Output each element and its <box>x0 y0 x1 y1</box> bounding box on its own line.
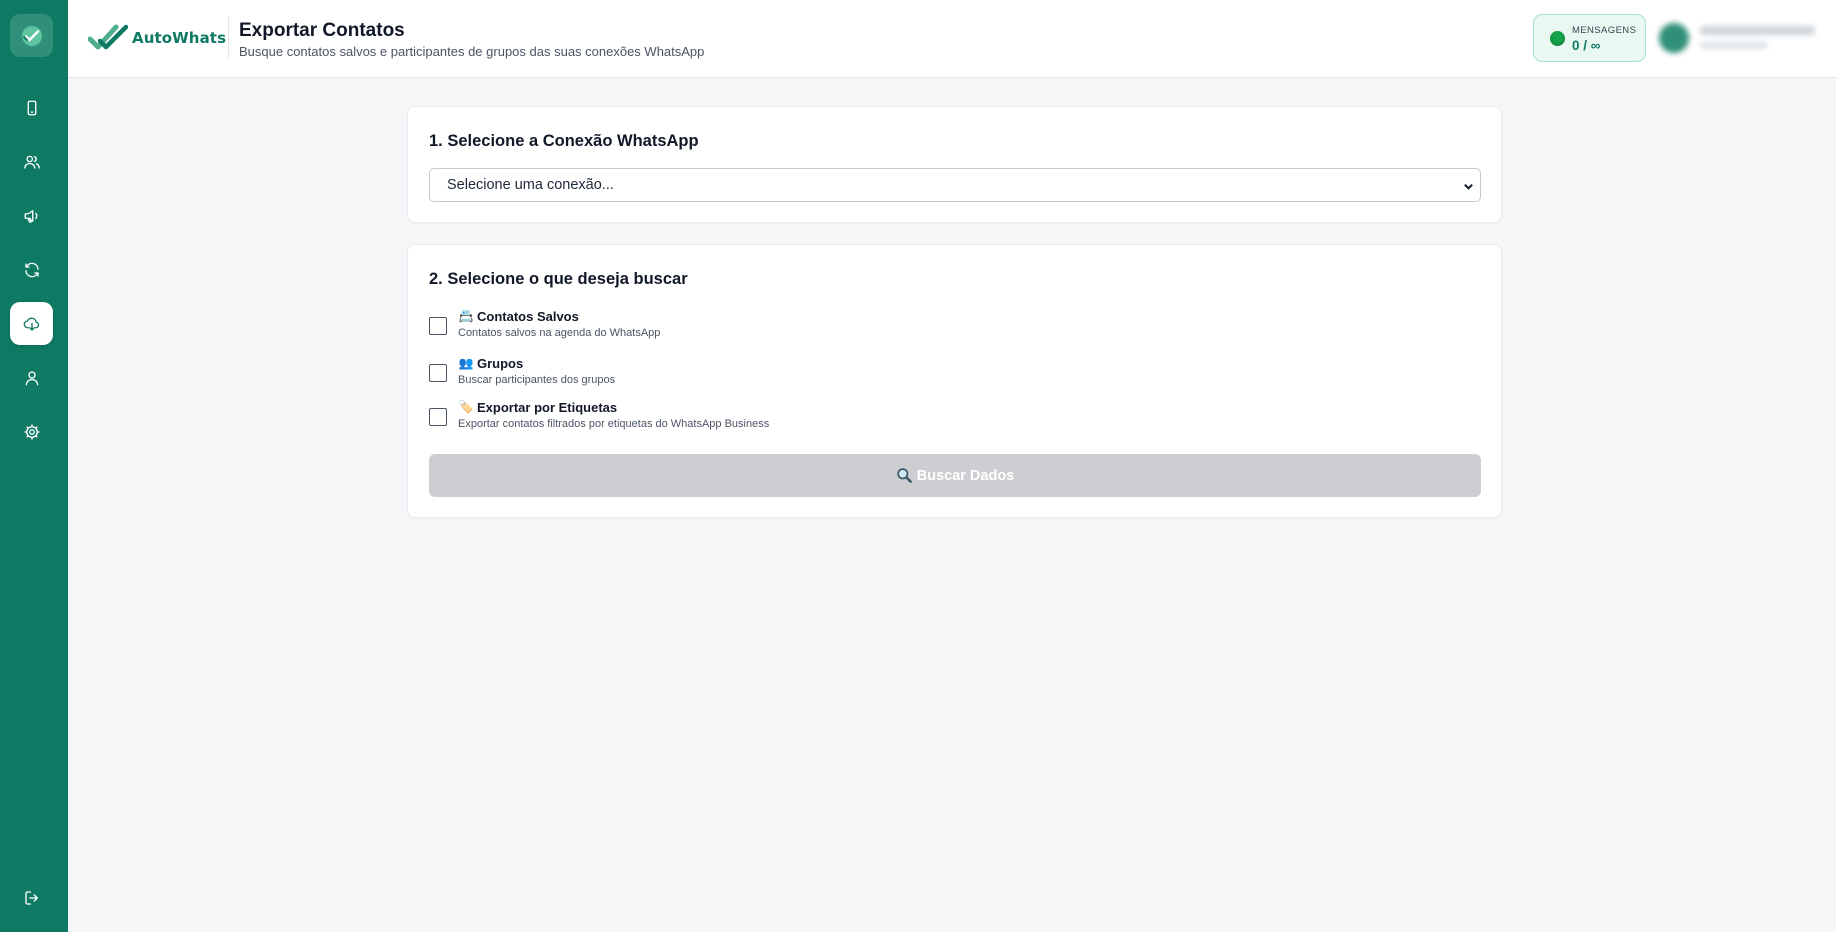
brand[interactable]: AutoWhats <box>88 22 226 54</box>
option-description: Buscar participantes dos grupos <box>458 374 616 386</box>
user-name-redacted[interactable] <box>1700 26 1815 35</box>
option-groups[interactable]: 👥 Grupos Buscar participantes dos grupos <box>429 356 1229 392</box>
option-description: Exportar contatos filtrados por etiqueta… <box>458 418 770 430</box>
option-label: Grupos <box>477 356 524 371</box>
sidebar-item-contacts[interactable] <box>10 140 53 183</box>
avatar[interactable] <box>1659 23 1689 53</box>
option-description: Contatos salvos na agenda do WhatsApp <box>458 327 661 339</box>
check-logo-icon <box>21 25 42 46</box>
users-icon <box>23 155 40 169</box>
step1-title: 1. Selecione a Conexão WhatsApp <box>429 132 699 150</box>
page-title: Exportar Contatos <box>239 20 405 41</box>
messages-label: MENSAGENS <box>1572 25 1637 36</box>
card-index-icon: 📇 <box>458 309 474 323</box>
messages-count: 0 / ∞ <box>1572 38 1601 53</box>
double-check-logo-icon <box>88 24 128 50</box>
option-labels[interactable]: 🏷️ Exportar por Etiquetas Exportar conta… <box>429 400 1229 436</box>
status-dot-icon <box>1550 31 1565 46</box>
logout-icon <box>24 890 38 905</box>
smartphone-icon <box>27 100 36 115</box>
connection-select-value: Selecione uma conexão... <box>447 177 614 193</box>
megaphone-icon <box>24 209 37 223</box>
magnifier-icon <box>897 468 912 483</box>
user-email-redacted <box>1700 42 1768 49</box>
search-data-label: Buscar Dados <box>916 467 1015 484</box>
option-label: Exportar por Etiquetas <box>477 400 618 415</box>
sidebar-item-campaigns[interactable] <box>10 194 53 237</box>
labels-checkbox[interactable] <box>429 408 447 426</box>
messages-badge[interactable]: MENSAGENS 0 / ∞ <box>1533 14 1646 62</box>
search-data-button[interactable]: Buscar Dados <box>429 454 1481 497</box>
tag-icon: 🏷️ <box>458 400 474 414</box>
option-saved-contacts[interactable]: 📇 Contatos Salvos Contatos salvos na age… <box>429 309 1229 345</box>
app-logo[interactable] <box>10 14 53 57</box>
chevron-down-icon <box>1463 180 1474 191</box>
sidebar-item-profile[interactable] <box>10 356 53 399</box>
sidebar-item-connections[interactable] <box>10 86 53 129</box>
gear-icon <box>23 423 40 440</box>
cloud-download-icon <box>23 317 39 331</box>
sidebar-item-sync[interactable] <box>10 248 53 291</box>
people-icon: 👥 <box>458 356 474 370</box>
search-options-card: 2. Selecione o que deseja buscar 📇 Conta… <box>407 244 1502 518</box>
sidebar-item-settings[interactable] <box>10 410 53 453</box>
saved-contacts-checkbox[interactable] <box>429 317 447 335</box>
header-divider <box>228 16 229 60</box>
user-icon <box>25 370 38 385</box>
top-header: AutoWhats Exportar Contatos Busque conta… <box>68 0 1836 78</box>
connection-select[interactable]: Selecione uma conexão... <box>429 168 1481 202</box>
sidebar-item-logout[interactable] <box>10 876 53 919</box>
page-subtitle: Busque contatos salvos e participantes d… <box>239 44 705 59</box>
brand-name: AutoWhats <box>132 29 227 47</box>
step2-title: 2. Selecione o que deseja buscar <box>429 270 688 288</box>
option-label: Contatos Salvos <box>477 309 579 324</box>
refresh-icon <box>24 262 39 277</box>
groups-checkbox[interactable] <box>429 364 447 382</box>
sidebar-item-export[interactable] <box>10 302 53 345</box>
sidebar <box>0 0 68 932</box>
connection-card: 1. Selecione a Conexão WhatsApp Selecion… <box>407 106 1502 223</box>
